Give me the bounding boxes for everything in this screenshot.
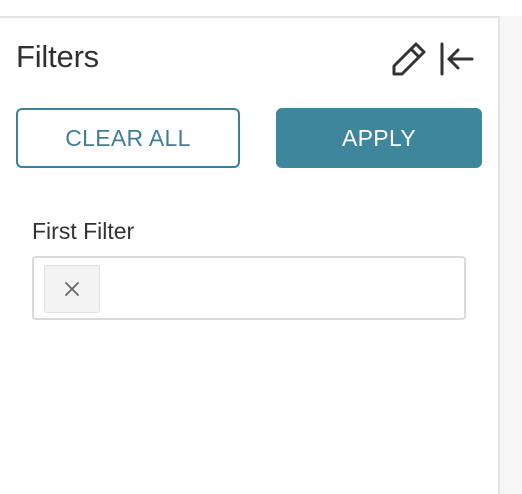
- top-border: [0, 16, 498, 18]
- clear-filter-button[interactable]: [44, 265, 100, 313]
- close-icon: [65, 282, 79, 296]
- clear-all-button[interactable]: CLEAR ALL: [16, 108, 240, 168]
- filter-label: First Filter: [32, 218, 135, 244]
- collapse-panel-button[interactable]: [436, 38, 478, 80]
- pencil-icon: [392, 42, 426, 76]
- main-content-area: [500, 16, 522, 494]
- panel-title: Filters: [16, 39, 99, 74]
- collapse-left-icon: [440, 42, 474, 76]
- filter-select[interactable]: [32, 256, 466, 320]
- edit-button[interactable]: [386, 36, 432, 82]
- apply-button[interactable]: APPLY: [276, 108, 482, 168]
